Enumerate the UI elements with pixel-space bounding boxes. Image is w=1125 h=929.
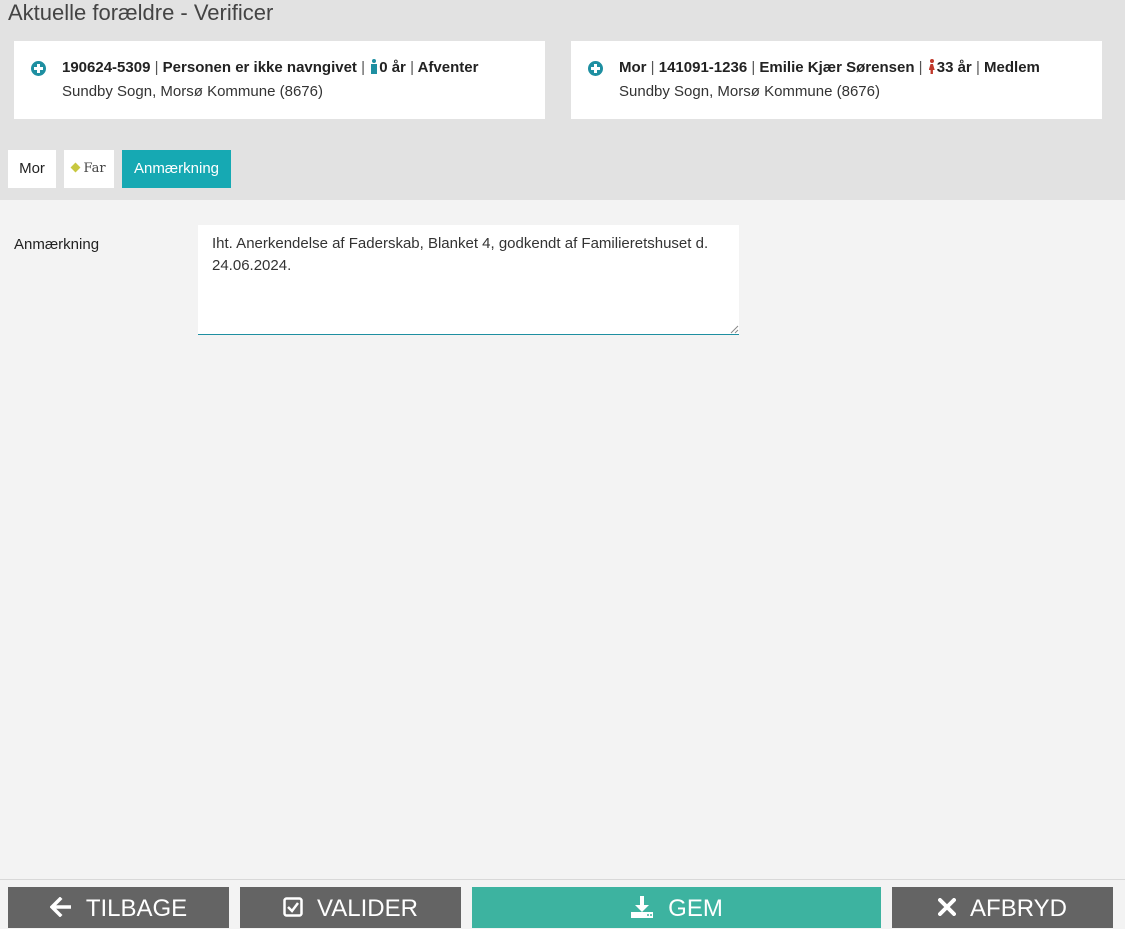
- resize-grip-icon[interactable]: [730, 325, 739, 334]
- back-button[interactable]: TILBAGE: [8, 887, 229, 928]
- validate-button-label: VALIDER: [317, 895, 418, 923]
- child-name: Personen er ikke navngivet: [162, 59, 357, 76]
- checkbox-checked-icon: [283, 896, 303, 917]
- child-age: 0 år: [379, 59, 406, 76]
- child-status: Afventer: [417, 59, 479, 76]
- separator: |: [918, 59, 923, 76]
- page-title: Aktuelle forældre - Verificer: [8, 0, 274, 25]
- child-cpr: 190624-5309: [62, 59, 151, 76]
- separator: |: [361, 59, 366, 76]
- tab-far-label: Far: [83, 161, 106, 176]
- separator: |: [650, 59, 655, 76]
- validate-button[interactable]: VALIDER: [240, 887, 461, 928]
- footer-divider: [0, 879, 1125, 880]
- mother-parish: Sundby Sogn, Morsø Kommune (8676): [619, 83, 880, 100]
- separator: |: [751, 59, 756, 76]
- mother-summary: Mor | 141091-1236 | Emilie Kjær Sørensen…: [619, 59, 1040, 76]
- child-summary: 190624-5309 | Personen er ikke navngivet…: [62, 59, 478, 76]
- arrow-left-icon: [49, 896, 71, 917]
- mother-cpr: 141091-1236: [658, 59, 748, 76]
- child-card: 190624-5309 | Personen er ikke navngivet…: [14, 41, 545, 119]
- separator: |: [975, 59, 980, 76]
- mother-name: Emilie Kjær Sørensen: [759, 59, 915, 76]
- anmaerkning-label: Anmærkning: [14, 236, 100, 253]
- female-person-icon: [928, 59, 935, 74]
- mother-age: 33 år: [936, 59, 972, 76]
- mother-role: Mor: [619, 59, 647, 76]
- header: Aktuelle forældre - Verificer 190624-530…: [0, 0, 1125, 200]
- back-button-label: TILBAGE: [85, 895, 188, 923]
- mother-card: Mor | 141091-1236 | Emilie Kjær Sørensen…: [571, 41, 1102, 119]
- cancel-button[interactable]: AFBRYD: [892, 887, 1113, 928]
- male-person-icon: [371, 59, 378, 74]
- separator: |: [410, 59, 414, 76]
- diamond-icon: [70, 162, 81, 173]
- child-parish: Sundby Sogn, Morsø Kommune (8676): [62, 83, 323, 100]
- mother-status: Medlem: [984, 59, 1040, 76]
- separator: |: [154, 59, 159, 76]
- cancel-button-label: AFBRYD: [970, 895, 1067, 923]
- expand-plus-icon[interactable]: [588, 61, 603, 76]
- download-icon: [631, 895, 654, 918]
- save-button[interactable]: GEM: [472, 887, 881, 928]
- tab-mor[interactable]: Mor: [8, 150, 56, 188]
- anmaerkning-textarea[interactable]: Iht. Anerkendelse af Faderskab, Blanket …: [198, 225, 739, 335]
- tab-anmaerkning[interactable]: Anmærkning: [122, 150, 231, 188]
- tab-far[interactable]: Far: [64, 150, 114, 188]
- close-icon: [938, 897, 957, 916]
- save-button-label: GEM: [668, 895, 723, 923]
- expand-plus-icon[interactable]: [31, 61, 46, 76]
